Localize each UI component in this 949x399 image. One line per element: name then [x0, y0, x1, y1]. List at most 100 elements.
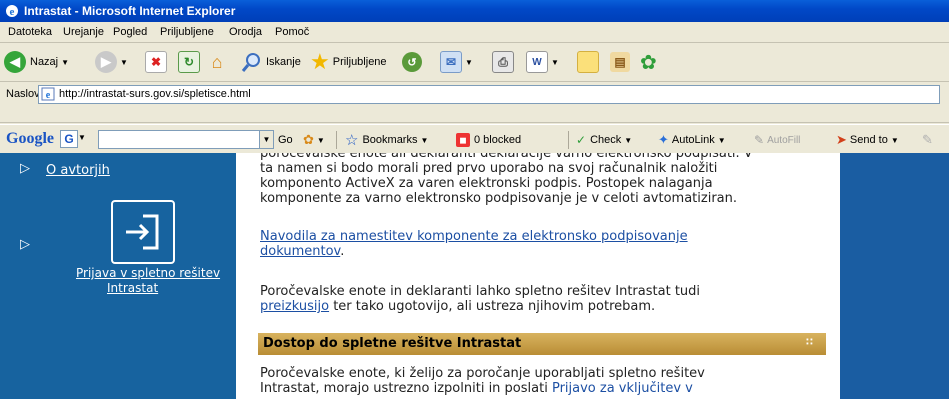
- favorites-button[interactable]: ★ Priljubljene: [310, 49, 387, 74]
- messenger-button[interactable]: ✿: [640, 50, 657, 74]
- paragraph-text: Intrastat, morajo ustrezno izpolniti in …: [260, 381, 552, 396]
- spellcheck-icon: ✓: [576, 133, 587, 147]
- menu-bar: Datoteka Urejanje Pogled Priljubljene Or…: [0, 22, 949, 43]
- menu-file[interactable]: Datoteka: [8, 26, 52, 38]
- history-button[interactable]: ↺: [402, 50, 422, 74]
- svg-text:e: e: [10, 6, 15, 18]
- back-dropdown-icon: ▼: [61, 57, 70, 67]
- forward-button[interactable]: ▶ ▼: [95, 50, 128, 74]
- page-content: ▷ O avtorjih ▷ Prijava v spletno rešitev…: [0, 153, 949, 399]
- go-label: Go: [278, 134, 293, 146]
- edit-button[interactable]: W ▼: [526, 50, 559, 74]
- try-out-link[interactable]: preizkusijo: [260, 299, 329, 314]
- internet-explorer-icon: e: [6, 5, 18, 18]
- address-field[interactable]: e http://intrastat-surs.gov.si/spletisce…: [38, 85, 940, 104]
- autofill-button[interactable]: ✎ AutoFill: [754, 131, 800, 149]
- mail-dropdown-icon: ▼: [465, 57, 473, 67]
- research-books-icon: ▤: [610, 52, 630, 72]
- sendto-dropdown-icon: ▼: [890, 135, 899, 145]
- sendto-arrow-icon: ➤: [836, 132, 847, 147]
- search-button[interactable]: Iskanje: [241, 50, 301, 74]
- google-logo: Google: [6, 130, 54, 147]
- menu-view[interactable]: Pogled: [113, 26, 147, 38]
- forward-arrow-icon: ▶: [95, 51, 117, 73]
- google-g-icon[interactable]: G: [60, 130, 78, 148]
- right-panel: [840, 153, 949, 399]
- refresh-icon: ↻: [178, 51, 200, 73]
- paragraph-line-with-link: Intrastat, morajo ustrezno izpolniti in …: [260, 381, 820, 397]
- home-icon: ⌂: [211, 51, 223, 72]
- bookmarks-button[interactable]: ☆ Bookmarks ▼: [345, 131, 428, 149]
- installation-guide-link-line1: Navodila za namestitev komponente za ele…: [260, 229, 820, 245]
- bookmarks-dropdown-icon: ▼: [420, 135, 429, 145]
- registration-form-link[interactable]: Prijavo za vključitev v: [552, 381, 693, 396]
- bookmarks-label: Bookmarks: [362, 134, 418, 146]
- home-button[interactable]: ⌂: [207, 50, 227, 74]
- toolbar-separator: [568, 131, 569, 149]
- installation-guide-link[interactable]: Navodila za namestitev komponente za ele…: [260, 229, 688, 244]
- back-button[interactable]: ◀ Nazaj ▼: [4, 50, 69, 74]
- menu-help[interactable]: Pomoč: [275, 26, 309, 38]
- stop-icon: ✖: [145, 51, 167, 73]
- popup-blocker-icon: ◼: [456, 133, 470, 147]
- research-button[interactable]: ▤: [610, 50, 630, 74]
- autolink-dropdown-icon: ▼: [717, 135, 726, 145]
- autofill-icon: ✎: [754, 133, 765, 147]
- period-text: .: [340, 244, 345, 259]
- page-icon: e: [41, 87, 55, 101]
- login-icon: [126, 214, 159, 250]
- autolink-button[interactable]: ✦ AutoLink ▼: [658, 131, 726, 149]
- mail-button[interactable]: ✉ ▼: [440, 50, 473, 74]
- address-url: http://intrastat-surs.gov.si/spletisce.h…: [59, 88, 251, 100]
- print-button[interactable]: ⎙: [492, 50, 514, 74]
- back-arrow-icon: ◀: [4, 51, 26, 73]
- go-button[interactable]: Go: [278, 131, 293, 149]
- paragraph-line: komponente za varno elektronsko podpisov…: [260, 191, 738, 206]
- installation-guide-link-cont[interactable]: dokumentov: [260, 244, 340, 259]
- autofill-label: AutoFill: [767, 134, 801, 146]
- standard-toolbar: ◀ Nazaj ▼ ▶ ▼ ✖ ↻ ⌂ Iskanje ★ Priljublje…: [0, 43, 949, 82]
- svg-text:e: e: [46, 90, 51, 101]
- bookmarks-star-icon: ☆: [345, 132, 359, 149]
- autolink-wand-icon: ✦: [658, 132, 669, 147]
- pagerank-icon: ✿: [303, 132, 314, 147]
- login-link-line1[interactable]: Prijava v spletno rešitev: [76, 266, 220, 280]
- search-label: Iskanje: [266, 56, 301, 68]
- main-content: poročevalske enote ali deklaranti deklar…: [236, 153, 840, 399]
- history-icon: ↺: [402, 52, 422, 72]
- google-toolbar: Google G ▼ ▼ Go ✿ ▼ ☆ Bookmarks ▼ ◼ 0 bl…: [0, 124, 949, 154]
- pagerank-button[interactable]: ✿ ▼: [303, 131, 325, 149]
- login-link-line2[interactable]: Intrastat: [107, 281, 158, 295]
- google-dropdown-icon[interactable]: ▼: [78, 133, 86, 142]
- back-label: Nazaj: [30, 56, 59, 68]
- collapse-section-icon[interactable]: ∷: [806, 337, 813, 348]
- messenger-icon: ✿: [640, 51, 657, 74]
- highlight-button[interactable]: ✎: [922, 131, 933, 149]
- discuss-button[interactable]: [577, 50, 599, 74]
- google-search-input[interactable]: [98, 130, 260, 149]
- login-arrow-icon: ▷: [20, 236, 30, 251]
- refresh-button[interactable]: ↻: [178, 50, 200, 74]
- section-header: Dostop do spletne rešitve Intrastat ∷: [258, 333, 826, 355]
- address-label: Naslov: [6, 88, 40, 100]
- sendto-label: Send to: [849, 134, 888, 146]
- menu-tools[interactable]: Orodja: [229, 26, 262, 38]
- paragraph-line-with-link: preizkusijo ter tako ugotovijo, ali ustr…: [260, 299, 820, 315]
- sidebar: ▷ O avtorjih ▷ Prijava v spletno rešitev…: [0, 153, 236, 399]
- login-button[interactable]: [111, 200, 175, 264]
- autolink-label: AutoLink: [671, 134, 715, 146]
- stop-button[interactable]: ✖: [145, 50, 167, 74]
- popup-blocker-button[interactable]: ◼ 0 blocked: [456, 131, 521, 149]
- menu-edit[interactable]: Urejanje: [63, 26, 104, 38]
- about-authors-link[interactable]: O avtorjih: [46, 163, 110, 178]
- search-icon: [241, 53, 260, 72]
- menu-favorites[interactable]: Priljubljene: [160, 26, 214, 38]
- favorites-star-icon: ★: [310, 49, 330, 74]
- paragraph-line: Poročevalske enote in deklaranti lahko s…: [260, 284, 701, 299]
- spellcheck-button[interactable]: ✓ Check ▼: [576, 131, 632, 149]
- address-bar: Naslov e http://intrastat-surs.gov.si/sp…: [0, 82, 949, 123]
- sendto-button[interactable]: ➤ Send to ▼: [836, 131, 899, 149]
- print-icon: ⎙: [492, 51, 514, 73]
- google-search-dropdown-icon[interactable]: ▼: [259, 130, 274, 149]
- title-bar: e Intrastat - Microsoft Internet Explore…: [0, 0, 949, 22]
